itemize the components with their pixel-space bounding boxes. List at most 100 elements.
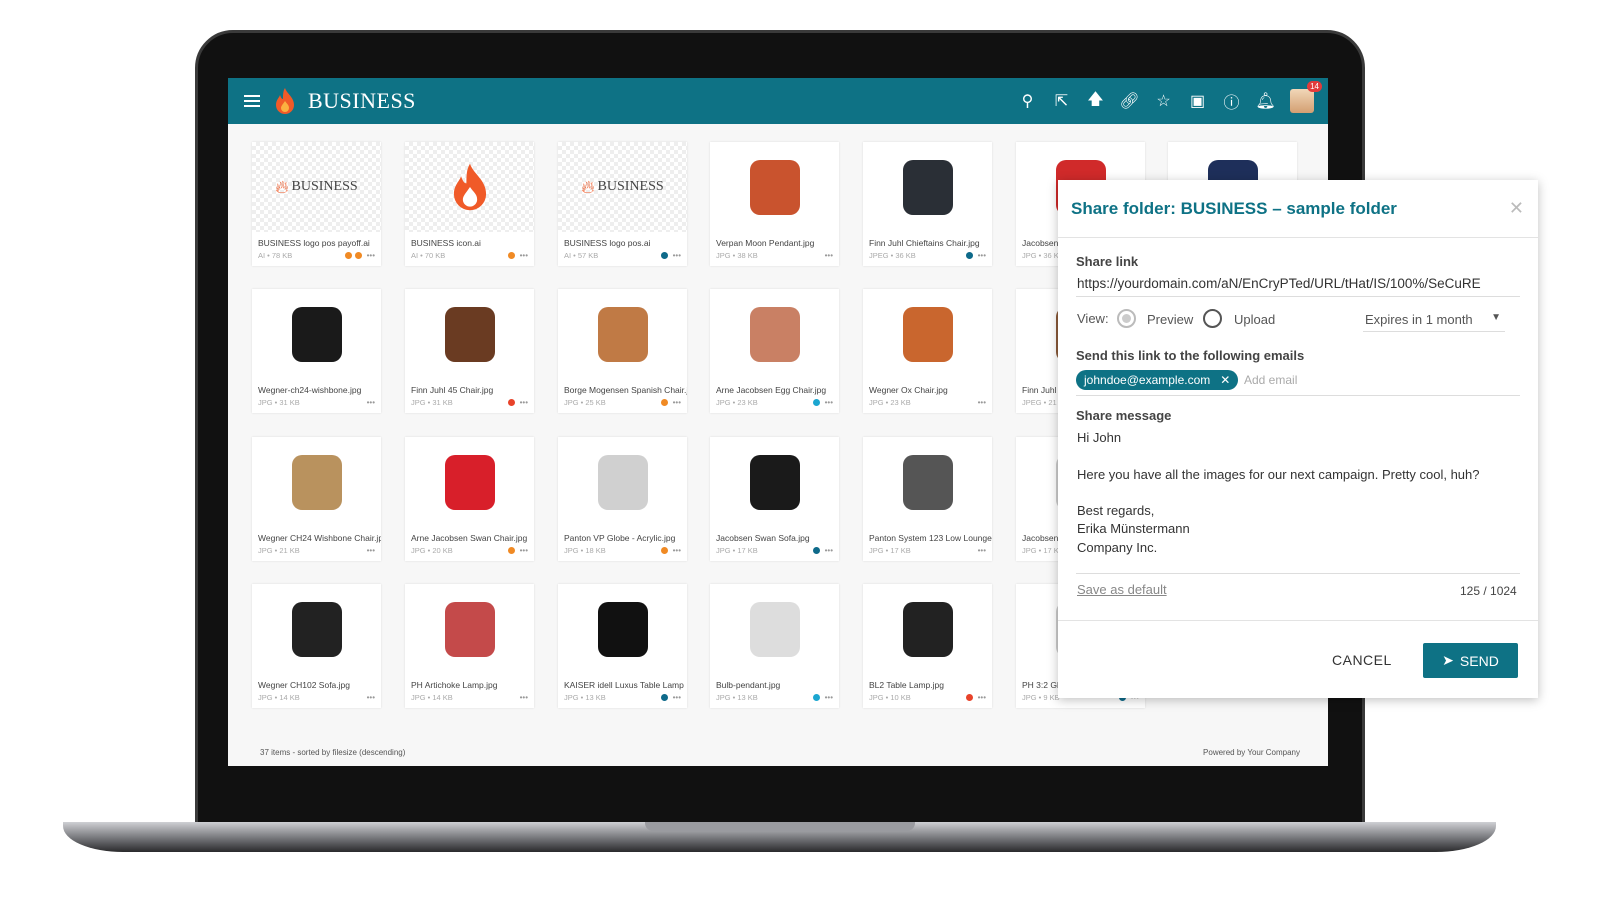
file-card[interactable]: Finn Juhl Chieftains Chair.jpg JPEG • 36 …	[863, 142, 992, 266]
file-meta: JPG • 14 KB	[411, 693, 453, 702]
file-name: BUSINESS logo pos payoff.ai	[258, 238, 370, 248]
file-card[interactable]: 🔥︎ BUSINESS BUSINESS logo pos.ai AI • 57 KB…	[558, 142, 687, 266]
file-thumbnail	[405, 584, 534, 674]
file-meta-row: JPG • 17 KB •••	[863, 543, 992, 555]
more-options-icon[interactable]: •••	[367, 398, 375, 407]
share-link-field[interactable]: https://yourdomain.com/aN/EnCryPTed/URL/…	[1077, 276, 1481, 291]
file-name: Wegner CH24 Wishbone Chair.jpg	[258, 533, 381, 543]
file-card[interactable]: 🔥︎ BUSINESS BUSINESS logo pos payoff.ai AI …	[252, 142, 381, 266]
file-meta-row: JPG • 13 KB •••	[710, 690, 839, 702]
file-name: Finn Juhl Chieftains Chair.jpg	[869, 238, 980, 248]
emails-label: Send this link to the following emails	[1076, 348, 1305, 363]
file-meta: JPG • 25 KB	[564, 398, 606, 407]
more-options-icon[interactable]: •••	[825, 251, 833, 260]
bell-icon[interactable]: 🔔︎	[1255, 92, 1275, 111]
file-card[interactable]: PH Artichoke Lamp.jpg JPG • 14 KB •••	[405, 584, 534, 708]
share-message-textarea[interactable]: Hi John Here you have all the images for …	[1077, 429, 1521, 557]
file-name: Bulb-pendant.jpg	[716, 680, 781, 690]
product-image	[902, 601, 953, 657]
file-card[interactable]: Wegner Ox Chair.jpg JPG • 23 KB •••	[863, 289, 992, 413]
file-thumbnail	[863, 289, 992, 379]
file-thumbnail	[863, 584, 992, 674]
star-icon[interactable]: ☆	[1154, 92, 1173, 111]
more-options-icon[interactable]: •••	[978, 398, 986, 407]
color-tag-icon	[660, 252, 668, 259]
more-options-icon[interactable]: •••	[367, 693, 375, 702]
more-options-icon[interactable]: •••	[978, 693, 986, 702]
file-card[interactable]: Arne Jacobsen Egg Chair.jpg JPG • 23 KB ••…	[710, 289, 839, 413]
file-meta-row: JPG • 18 KB •••	[558, 543, 687, 555]
more-options-icon[interactable]: •••	[520, 398, 528, 407]
file-meta-row: JPG • 23 KB •••	[863, 395, 992, 407]
more-options-icon[interactable]: •••	[673, 546, 681, 555]
file-thumbnail	[710, 289, 839, 379]
hamburger-menu-icon[interactable]	[244, 95, 260, 107]
link-icon[interactable]: 🔗︎	[1119, 92, 1139, 111]
info-icon[interactable]: ⓘ	[1222, 92, 1241, 112]
file-card[interactable]: BUSINESS icon.ai AI • 70 KB •••	[405, 142, 534, 266]
color-tag-icon	[660, 694, 668, 701]
file-card[interactable]: Jacobsen Swan Sofa.jpg JPG • 17 KB •••	[710, 437, 839, 561]
more-options-icon[interactable]: •••	[673, 693, 681, 702]
more-options-icon[interactable]: •••	[520, 251, 528, 260]
expires-select[interactable]: Expires in 1 month ▼	[1363, 310, 1505, 332]
more-options-icon[interactable]: •••	[520, 546, 528, 555]
expires-value: Expires in 1 month	[1365, 312, 1473, 327]
file-card[interactable]: Wegner CH24 Wishbone Chair.jpg JPG • 21 K…	[252, 437, 381, 561]
file-thumbnail	[710, 437, 839, 527]
message-line: Erika Münstermann	[1077, 521, 1190, 537]
file-thumbnail	[405, 437, 534, 527]
file-meta-row: JPG • 17 KB •••	[710, 543, 839, 555]
more-options-icon[interactable]: •••	[825, 546, 833, 555]
more-options-icon[interactable]: •••	[978, 251, 986, 260]
file-card[interactable]: Wegner CH102 Sofa.jpg JPG • 14 KB •••	[252, 584, 381, 708]
close-icon[interactable]: ✕	[1509, 198, 1524, 219]
file-card[interactable]: Verpan Moon Pendant.jpg JPG • 38 KB •••	[710, 142, 839, 266]
file-meta-row: JPG • 38 KB •••	[710, 248, 839, 260]
file-card[interactable]: Panton System 123 Low Lounge JPG • 17 KB •…	[863, 437, 992, 561]
file-card[interactable]: Borge Mogensen Spanish Chair.jpg JPG • 25…	[558, 289, 687, 413]
file-meta: JPG • 13 KB	[716, 693, 758, 702]
remove-email-icon[interactable]: ✕	[1220, 373, 1230, 387]
file-card[interactable]: Finn Juhl 45 Chair.jpg JPG • 31 KB •••	[405, 289, 534, 413]
more-options-icon[interactable]: •••	[825, 693, 833, 702]
cancel-button[interactable]: CANCEL	[1332, 652, 1392, 668]
file-name: KAISER idell Luxus Table Lamp	[564, 680, 684, 690]
file-thumbnail	[558, 289, 687, 379]
file-name: Arne Jacobsen Egg Chair.jpg	[716, 385, 827, 395]
more-options-icon[interactable]: •••	[978, 546, 986, 555]
powered-by: Powered by Your Company	[1203, 748, 1300, 757]
file-meta: JPEG • 36 KB	[869, 251, 916, 260]
product-image	[902, 159, 953, 215]
file-name: Jacobsen Swan Sofa.jpg	[716, 533, 810, 543]
file-card[interactable]: KAISER idell Luxus Table Lamp JPG • 13 KB…	[558, 584, 687, 708]
upload-icon[interactable]: 🡅	[1086, 91, 1105, 111]
search-icon[interactable]: ⚲	[1018, 92, 1037, 111]
more-options-icon[interactable]: •••	[673, 251, 681, 260]
file-card[interactable]: Arne Jacobsen Swan Chair.jpg JPG • 20 KB •…	[405, 437, 534, 561]
file-card[interactable]: Bulb-pendant.jpg JPG • 13 KB •••	[710, 584, 839, 708]
upload-radio[interactable]	[1203, 309, 1222, 328]
email-chip-text: johndoe@example.com	[1084, 373, 1211, 387]
save-as-default-link[interactable]: Save as default	[1077, 582, 1167, 597]
product-image	[291, 601, 342, 657]
more-options-icon[interactable]: •••	[367, 546, 375, 555]
message-line	[1077, 484, 1521, 502]
more-options-icon[interactable]: •••	[367, 251, 375, 260]
folder-settings-icon[interactable]: ▣	[1188, 92, 1207, 111]
more-options-icon[interactable]: •••	[825, 398, 833, 407]
file-meta: JPG • 31 KB	[411, 398, 453, 407]
more-options-icon[interactable]: •••	[673, 398, 681, 407]
add-email-input[interactable]: Add email	[1244, 373, 1297, 387]
file-card[interactable]: Wegner-ch24-wishbone.jpg JPG • 31 KB •••	[252, 289, 381, 413]
file-card[interactable]: BL2 Table Lamp.jpg JPG • 10 KB •••	[863, 584, 992, 708]
more-options-icon[interactable]: •••	[520, 693, 528, 702]
preview-radio[interactable]	[1117, 309, 1136, 328]
select-icon[interactable]: ⇱	[1052, 92, 1071, 111]
email-chip[interactable]: johndoe@example.com ✕	[1076, 370, 1239, 390]
file-meta: JPG • 13 KB	[564, 693, 606, 702]
file-card[interactable]: Panton VP Globe - Acrylic.jpg JPG • 18 KB…	[558, 437, 687, 561]
file-meta: AI • 57 KB	[564, 251, 599, 260]
avatar[interactable]: 14	[1290, 81, 1322, 113]
send-button[interactable]: ➤ SEND	[1423, 643, 1518, 678]
